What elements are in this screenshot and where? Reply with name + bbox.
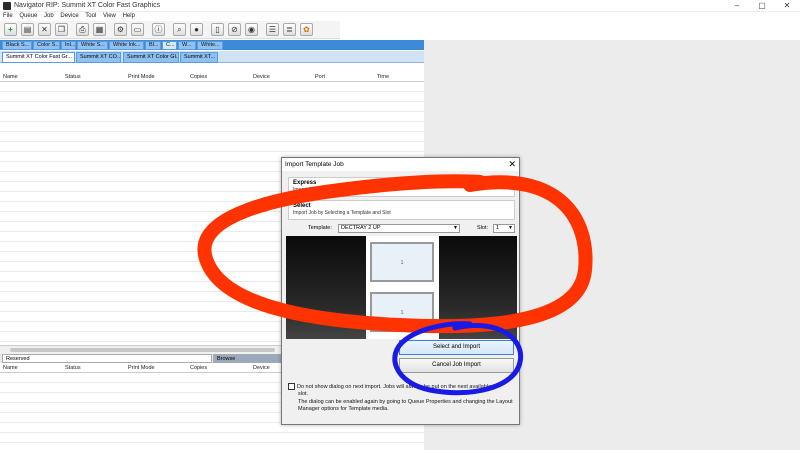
blue-circle-annotation <box>392 321 524 396</box>
orange-circle-annotation <box>197 174 593 334</box>
annotation-overlay <box>197 174 593 396</box>
